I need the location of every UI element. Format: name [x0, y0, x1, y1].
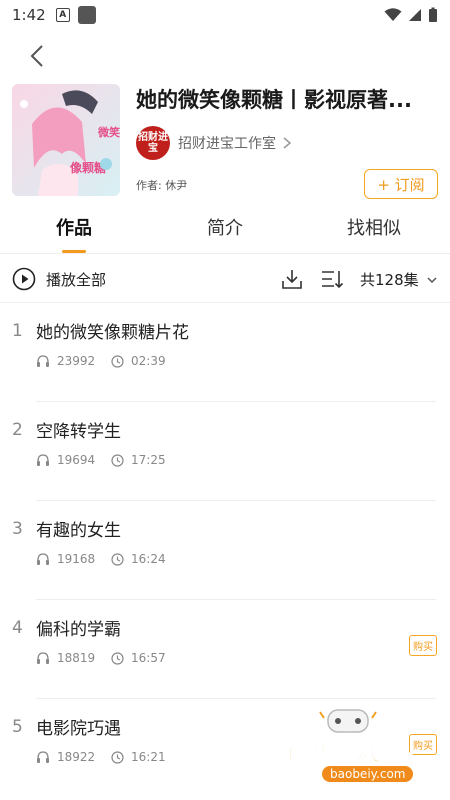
- studio-link[interactable]: 招财进宝 招财进宝工作室: [136, 126, 292, 160]
- clock-icon: [111, 750, 124, 764]
- clock-icon: [111, 354, 124, 368]
- play-count: 19694: [57, 453, 96, 467]
- book-title: 她的微笑像颗糖丨影视原著...: [136, 88, 412, 112]
- episode-item[interactable]: 4 偏科的学霸 18819 16:57 购买: [0, 600, 450, 699]
- site-watermark: 宝贝游戏网 baobeiy.com: [270, 706, 430, 796]
- download-icon[interactable]: [281, 268, 303, 290]
- headphones-icon: [37, 750, 49, 763]
- status-bar: 1:42 A: [0, 0, 450, 30]
- play-count: 18819: [57, 651, 96, 665]
- episode-duration: 16:21: [131, 750, 166, 764]
- sort-icon[interactable]: [320, 268, 344, 290]
- book-cover[interactable]: 微笑 像颗糖: [12, 84, 120, 196]
- play-all-label: 播放全部: [46, 270, 107, 289]
- signal-icon: [409, 9, 421, 21]
- episode-item[interactable]: 3 有趣的女生 19168 16:24: [0, 501, 450, 600]
- episode-title: 电影院巧遇: [36, 719, 121, 739]
- studio-logo-text: 招财进宝: [138, 132, 168, 154]
- author-label: 作者: 休尹: [136, 179, 188, 192]
- episode-number: 3: [12, 519, 23, 539]
- episode-number: 1: [12, 321, 23, 341]
- watermark-url: baobeiy.com: [322, 766, 414, 782]
- tab-works[interactable]: 作品: [56, 214, 92, 240]
- clock-icon: [111, 552, 124, 566]
- studio-name: 招财进宝工作室: [178, 136, 276, 152]
- headphones-icon: [37, 453, 49, 466]
- back-arrow-icon[interactable]: [24, 42, 52, 70]
- headphones-icon: [37, 354, 49, 367]
- play-circle-icon: [12, 267, 36, 291]
- studio-logo: 招财进宝: [136, 126, 170, 160]
- play-count: 19168: [57, 552, 96, 566]
- divider: [0, 253, 450, 254]
- headphones-icon: [37, 651, 49, 664]
- episode-item[interactable]: 2 空降转学生 19694 17:25: [0, 402, 450, 501]
- episode-title: 空降转学生: [36, 422, 121, 442]
- chevron-down-icon: [427, 276, 437, 283]
- episode-title: 她的微笑像颗糖片花: [36, 323, 189, 343]
- subscribe-button[interactable]: + 订阅: [364, 169, 438, 199]
- notification-square-icon: [77, 6, 96, 24]
- status-time: 1:42: [12, 6, 46, 24]
- play-all-button[interactable]: 播放全部: [12, 267, 106, 291]
- headphones-icon: [37, 552, 49, 565]
- episode-number: 4: [12, 618, 23, 638]
- chevron-right-icon: [283, 137, 292, 149]
- episode-duration: 17:25: [131, 453, 166, 467]
- episode-number: 2: [12, 420, 23, 440]
- notification-a-icon: A: [55, 8, 70, 22]
- episode-number: 5: [12, 717, 23, 737]
- episode-title: 有趣的女生: [36, 521, 121, 541]
- episode-title: 偏科的学霸: [36, 620, 121, 640]
- episode-duration: 16:24: [131, 552, 166, 566]
- list-toolbar: 播放全部 共128集: [0, 256, 450, 302]
- tab-intro[interactable]: 简介: [207, 214, 243, 240]
- play-count: 23992: [57, 354, 96, 368]
- episode-item[interactable]: 1 她的微笑像颗糖片花 23992 02:39: [0, 303, 450, 402]
- clock-icon: [111, 651, 124, 665]
- tab-bar: 作品 简介 找相似: [0, 206, 450, 253]
- episode-duration: 02:39: [131, 354, 166, 368]
- buy-badge[interactable]: 购买: [409, 635, 437, 656]
- episode-duration: 16:57: [131, 651, 166, 665]
- svg-text:微笑: 微笑: [97, 125, 120, 139]
- tab-similar[interactable]: 找相似: [347, 214, 401, 240]
- wifi-icon: [384, 8, 402, 21]
- episode-count-label: 共128集: [360, 271, 419, 289]
- watermark-text: 宝贝游戏网: [277, 737, 409, 767]
- play-count: 18922: [57, 750, 96, 764]
- battery-icon: [429, 7, 437, 22]
- episode-count-selector[interactable]: 共128集: [360, 269, 437, 290]
- clock-icon: [111, 453, 124, 467]
